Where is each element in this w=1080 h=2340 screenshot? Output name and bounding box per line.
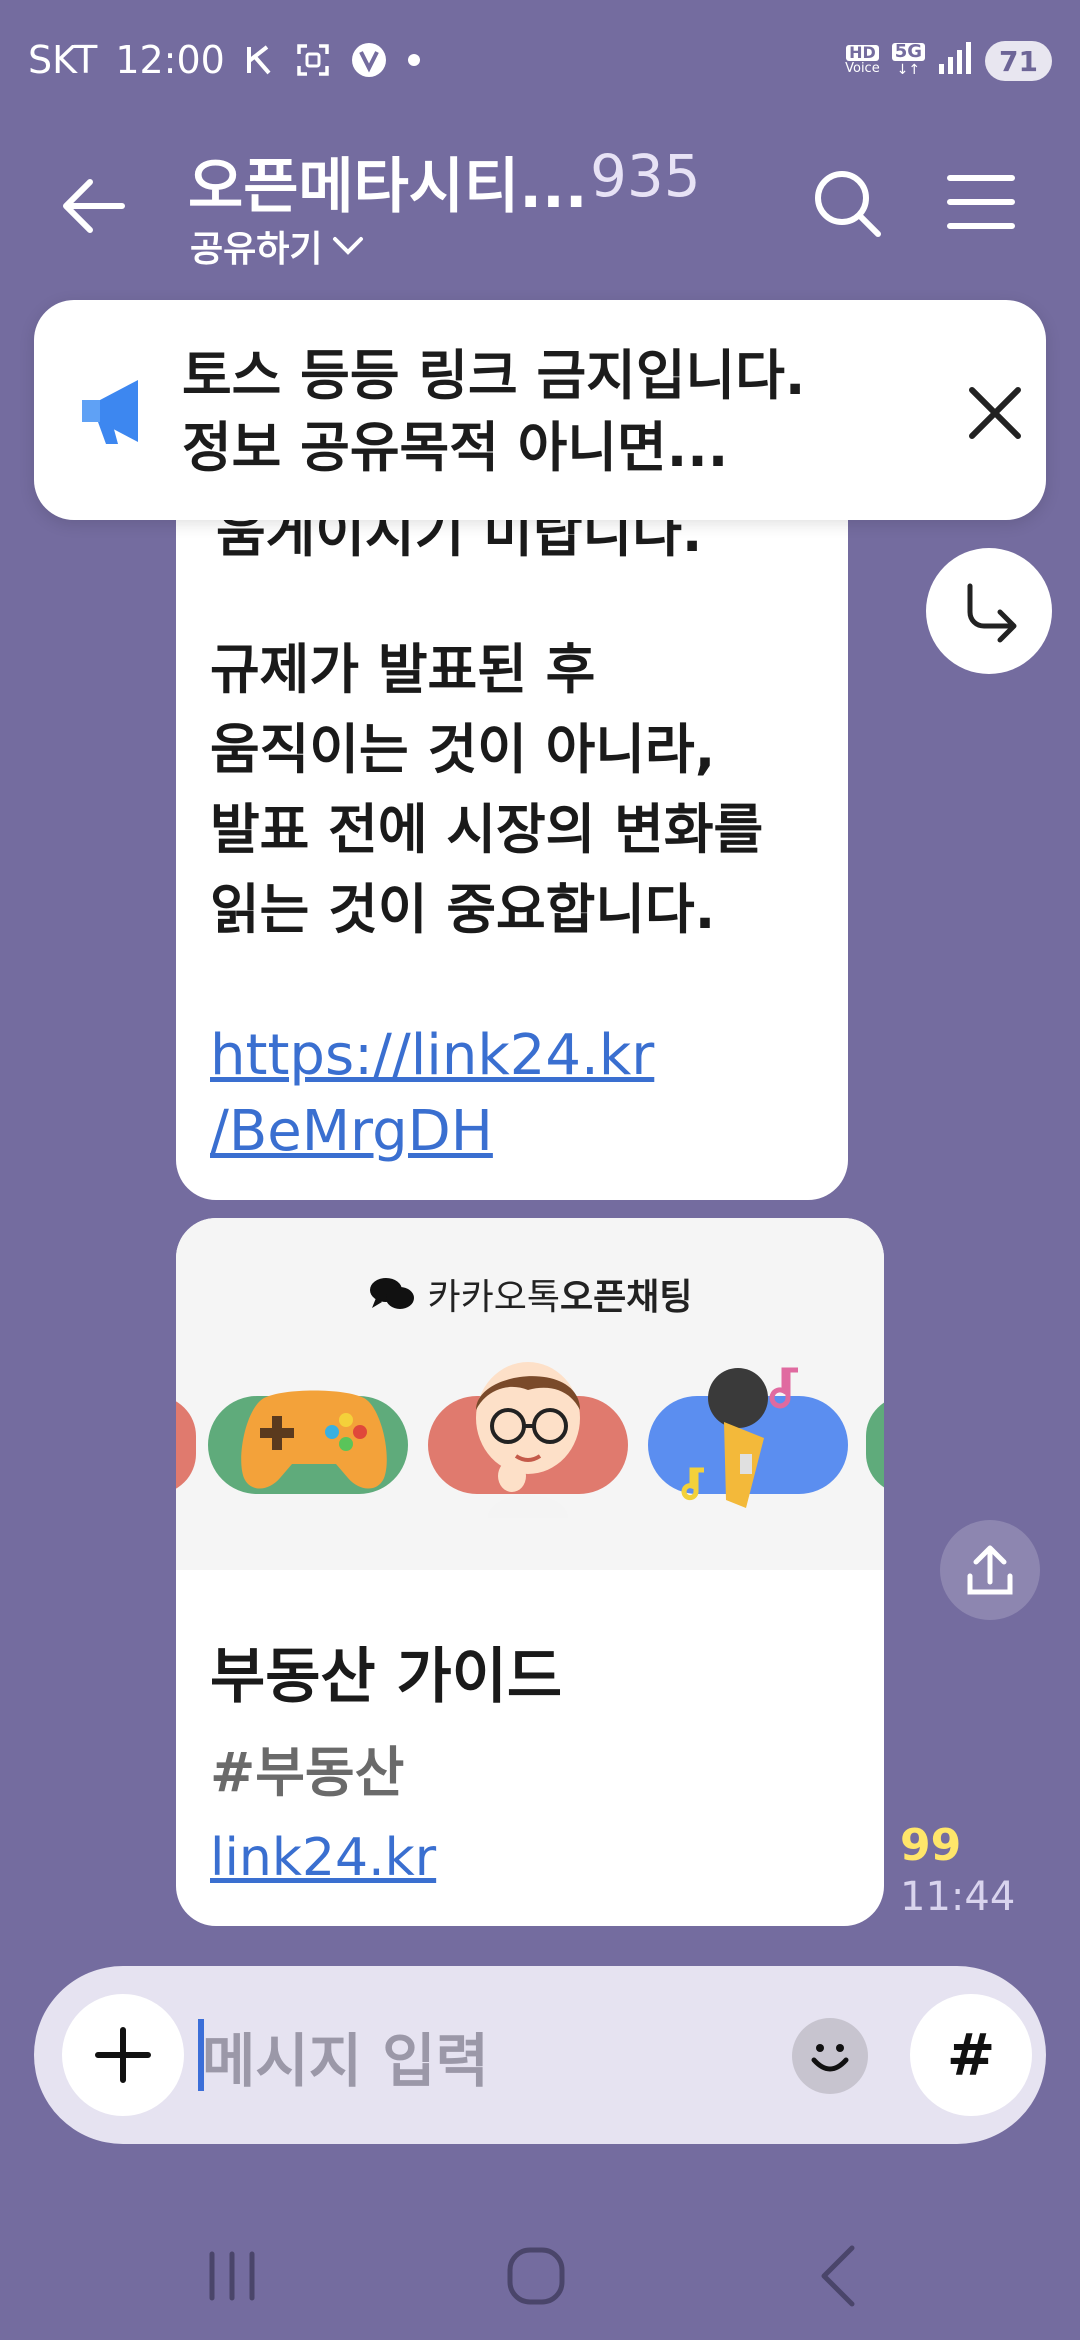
character-icon bbox=[476, 1362, 580, 1518]
brand-prefix: 카카오톡 bbox=[427, 1277, 560, 1318]
hamburger-icon bbox=[947, 175, 1015, 229]
smile-icon bbox=[811, 2044, 849, 2072]
pill-green-right bbox=[866, 1396, 884, 1494]
back-chevron-icon bbox=[821, 2245, 855, 2307]
close-icon bbox=[969, 387, 1021, 439]
notice-text: 토스 등등 링크 금지입니다. 정보 공유목적 아니면... bbox=[182, 340, 805, 484]
unread-count: 99 bbox=[900, 1820, 962, 1871]
notice-close-button[interactable] bbox=[958, 376, 1032, 450]
status-bar: SKT 12:00 HD Voice 5G ↓↑ 71 bbox=[0, 0, 1080, 130]
notice-line: 정보 공유목적 아니면... bbox=[182, 416, 729, 479]
status-right: HD Voice 5G ↓↑ 71 bbox=[845, 40, 1052, 82]
message-line: 발표 전에 시장의 변화를 bbox=[210, 798, 764, 861]
input-bar: 메시지 입력 # bbox=[34, 1966, 1046, 2144]
share-button[interactable] bbox=[940, 1520, 1040, 1620]
brand-bold: 오픈채팅 bbox=[560, 1277, 693, 1318]
message-text: 규제가 발표된 후 움직이는 것이 아니라, 발표 전에 시장의 변화를 읽는 … bbox=[210, 630, 830, 950]
message-bubble[interactable]: 움게이시기 미랍니다. 규제가 발표된 후 움직이는 것이 아니라, 발표 전에… bbox=[176, 470, 848, 1200]
network-5g-icon: 5G ↓↑ bbox=[891, 43, 926, 79]
message-time: 11:44 bbox=[900, 1874, 1016, 1920]
card-tag: #부동산 bbox=[210, 1741, 405, 1804]
forward-arrow-icon bbox=[967, 583, 1017, 643]
share-dropdown[interactable]: 공유하기 bbox=[190, 220, 364, 272]
dot-icon bbox=[407, 53, 421, 67]
plus-icon bbox=[95, 2027, 151, 2083]
message-line: 규제가 발표된 후 bbox=[210, 638, 596, 701]
card-title: 부동산 가이드 bbox=[210, 1642, 563, 1712]
chat-header: 오픈메타시티... 935 공유하기 bbox=[0, 130, 1080, 300]
open-chat-card[interactable]: 카카오톡 오픈채팅 부동산 가이드 #부동산 link24.kr bbox=[176, 1218, 884, 1926]
card-banner: 카카오톡 오픈채팅 bbox=[176, 1218, 884, 1570]
battery-indicator: 71 bbox=[985, 41, 1052, 81]
notice-line: 토스 등등 링크 금지입니다. bbox=[182, 344, 806, 407]
chat-bubbles-icon bbox=[369, 1278, 414, 1309]
hashtag-button[interactable]: # bbox=[910, 1994, 1032, 2116]
back-button[interactable] bbox=[58, 170, 130, 242]
gamepad-icon bbox=[241, 1390, 387, 1489]
chat-title[interactable]: 오픈메타시티... bbox=[188, 138, 588, 225]
system-nav-bar bbox=[0, 2200, 1080, 2340]
link-line: /BeMrgDH bbox=[210, 1099, 493, 1164]
voice-label: Voice bbox=[845, 61, 880, 76]
microphone-icon bbox=[681, 1367, 798, 1508]
link-line: https://link24.kr bbox=[210, 1023, 655, 1088]
forward-button[interactable] bbox=[926, 548, 1052, 674]
arrow-left-icon bbox=[63, 179, 125, 233]
message-input[interactable]: 메시지 입력 bbox=[202, 2014, 489, 2098]
share-icon bbox=[967, 1545, 1013, 1595]
clock: 12:00 bbox=[115, 38, 225, 82]
network-label: 5G bbox=[891, 43, 926, 61]
attach-button[interactable] bbox=[62, 1994, 184, 2116]
message-link[interactable]: https://link24.kr /BeMrgDH bbox=[210, 1018, 830, 1170]
hd-label: HD bbox=[846, 45, 879, 61]
megaphone-icon bbox=[76, 370, 160, 454]
member-count: 935 bbox=[590, 142, 701, 210]
message-line: 읽는 것이 중요합니다. bbox=[210, 878, 716, 941]
pill-red-left bbox=[176, 1396, 196, 1494]
card-brand: 카카오톡 오픈채팅 bbox=[176, 1268, 884, 1320]
carrier-label: SKT bbox=[28, 38, 98, 82]
home-button[interactable] bbox=[496, 2236, 576, 2316]
home-icon bbox=[507, 2247, 565, 2305]
hd-voice-icon: HD Voice bbox=[845, 45, 880, 77]
back-nav-button[interactable] bbox=[800, 2236, 880, 2316]
search-button[interactable] bbox=[810, 166, 884, 240]
signal-icon bbox=[937, 40, 973, 82]
v-badge-icon bbox=[349, 40, 389, 80]
card-link[interactable]: link24.kr bbox=[210, 1828, 436, 1888]
menu-button[interactable] bbox=[946, 170, 1016, 234]
status-left: SKT 12:00 bbox=[28, 38, 421, 82]
notice-banner[interactable]: 토스 등등 링크 금지입니다. 정보 공유목적 아니면... bbox=[34, 300, 1046, 520]
share-label: 공유하기 bbox=[190, 229, 323, 270]
notification-k-icon bbox=[243, 43, 277, 77]
message-line: 움직이는 것이 아니라, bbox=[210, 718, 716, 781]
emoji-button[interactable] bbox=[792, 2018, 868, 2094]
data-arrows-icon: ↓↑ bbox=[896, 62, 921, 78]
screenshot-icon bbox=[295, 42, 331, 78]
search-icon bbox=[815, 171, 881, 237]
chevron-down-icon bbox=[333, 237, 364, 255]
recent-apps-button[interactable] bbox=[192, 2236, 272, 2316]
recent-apps-icon bbox=[209, 2251, 255, 2301]
